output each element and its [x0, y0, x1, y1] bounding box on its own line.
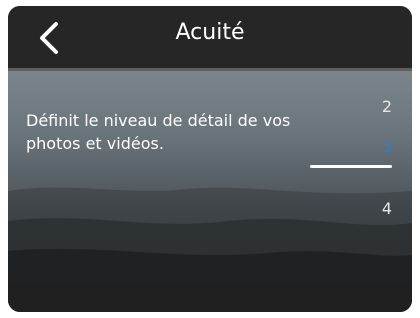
setting-description: Définit le niveau de détail de vos photo…: [26, 111, 291, 153]
camera-settings-screen: Acuité Définit le niveau de détail de vo…: [8, 6, 412, 312]
level-option-2[interactable]: 2: [382, 97, 392, 116]
selection-indicator: [310, 165, 392, 168]
landscape-image: [8, 187, 412, 283]
header-bar: Acuité: [8, 6, 412, 71]
page-title: Acuité: [175, 20, 245, 45]
footer-bar: [8, 283, 412, 312]
preview-background: Définit le niveau de détail de vos photo…: [8, 71, 412, 283]
level-option-3-selected[interactable]: 3: [382, 137, 392, 156]
level-option-4[interactable]: 4: [382, 199, 392, 218]
